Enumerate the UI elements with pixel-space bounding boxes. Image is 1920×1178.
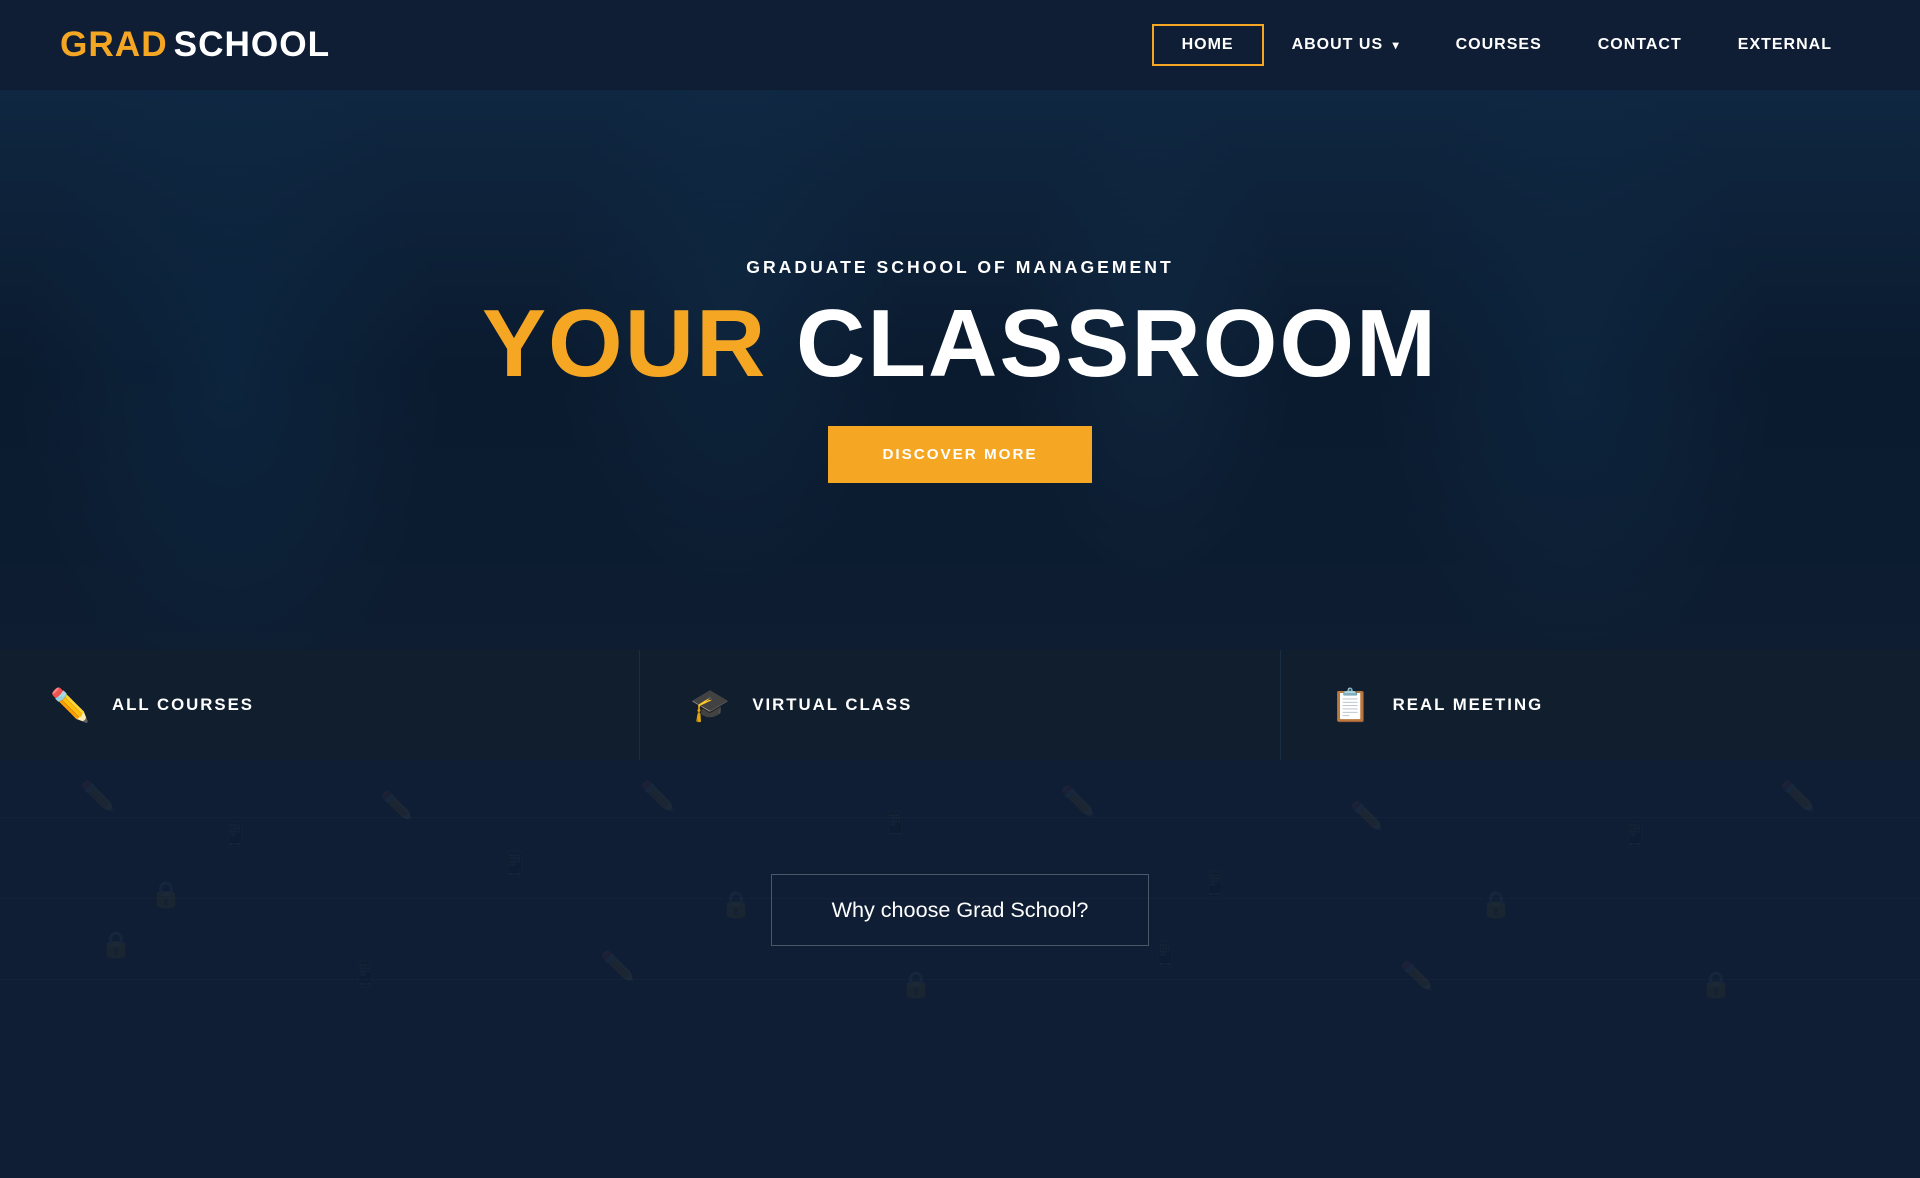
lower-section: ✏️ 📱 🔒 ✏️ 📱 ✏️ 🔒 📱 ✏️ 📱 ✏️ 🔒 📱 ✏️ 🔒 📱 ✏️… [0,760,1920,1060]
discover-more-button[interactable]: DISCOVER MORE [828,426,1091,483]
real-meeting-label: REAL MEETING [1393,695,1544,715]
hero-content: GRADUATE SCHOOL OF MANAGEMENT YOUR CLASS… [482,257,1438,483]
deco-icon-8: 📱 [880,810,910,839]
feature-cards: ✏️ ALL COURSES 🎓 VIRTUAL CLASS 📋 REAL ME… [0,650,1920,760]
deco-icon-19: 📱 [1150,940,1180,969]
deco-icon-9: ✏️ [1060,785,1096,819]
graduation-cap-icon: 🎓 [690,686,730,724]
hero-section: GRADUATE SCHOOL OF MANAGEMENT YOUR CLASS… [0,90,1920,650]
deco-icon-4: ✏️ [380,790,414,822]
deco-icon-3: 🔒 [150,880,182,910]
deco-icon-2: 📱 [220,820,250,849]
clipboard-icon: 📋 [1331,686,1371,724]
nav-links: HOME ABOUT US ▾ COURSES CONTACT EXTERNAL [1152,24,1860,66]
why-choose-label: Why choose Grad School? [832,897,1089,922]
virtual-class-label: VIRTUAL CLASS [752,695,912,715]
hero-title: YOUR CLASSROOM [482,296,1438,392]
feature-card-virtual[interactable]: 🎓 VIRTUAL CLASS [640,650,1280,760]
deco-icon-11: ✏️ [1350,800,1384,832]
nav-item-external[interactable]: EXTERNAL [1710,26,1860,64]
deco-icon-14: ✏️ [1780,780,1816,814]
deco-icon-21: 🔒 [1700,970,1732,1000]
all-courses-label: ALL COURSES [112,695,254,715]
hero-title-white: CLASSROOM [796,290,1438,397]
nav-link-about[interactable]: ABOUT US ▾ [1264,26,1428,64]
nav-item-about[interactable]: ABOUT US ▾ [1264,26,1428,64]
hero-title-yellow: YOUR [482,290,767,397]
nav-link-external[interactable]: EXTERNAL [1710,26,1860,64]
deco-icon-7: 🔒 [720,890,752,920]
nav-item-home[interactable]: HOME [1152,24,1264,66]
chevron-down-icon: ▾ [1393,38,1400,52]
nav-item-courses[interactable]: COURSES [1428,26,1570,64]
deco-icon-15: 🔒 [100,930,132,960]
navbar: GRAD SCHOOL HOME ABOUT US ▾ COURSES CONT… [0,0,1920,90]
logo-grad: GRAD [60,25,168,65]
logo[interactable]: GRAD SCHOOL [60,25,330,65]
logo-school: SCHOOL [174,25,331,65]
hero-subtitle: GRADUATE SCHOOL OF MANAGEMENT [746,257,1173,278]
nav-link-courses[interactable]: COURSES [1428,26,1570,64]
deco-icon-10: 📱 [1200,870,1230,899]
deco-icon-12: 🔒 [1480,890,1512,920]
nav-link-home[interactable]: HOME [1152,24,1264,66]
nav-item-contact[interactable]: CONTACT [1570,26,1710,64]
feature-card-meeting[interactable]: 📋 REAL MEETING [1281,650,1920,760]
why-choose-box[interactable]: Why choose Grad School? [771,874,1150,946]
feature-card-courses[interactable]: ✏️ ALL COURSES [0,650,640,760]
nav-link-contact[interactable]: CONTACT [1570,26,1710,64]
deco-icon-18: 🔒 [900,970,932,1000]
deco-icon-20: ✏️ [1400,960,1434,992]
deco-icon-1: ✏️ [80,780,116,814]
deco-icon-17: ✏️ [600,950,636,984]
deco-icon-6: ✏️ [640,780,676,814]
deco-icon-5: 📱 [500,850,530,879]
deco-icon-16: 📱 [350,960,380,989]
pencil-icon: ✏️ [50,686,90,724]
deco-icon-13: 📱 [1620,820,1650,849]
